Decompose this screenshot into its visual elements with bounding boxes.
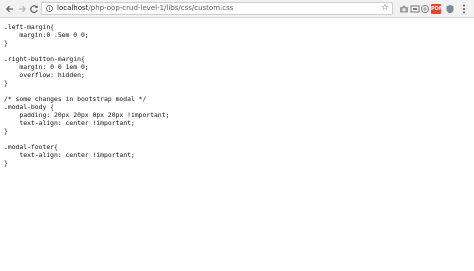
code-line: } (4, 79, 8, 87)
forward-arrow-icon[interactable] (16, 3, 28, 15)
address-bar[interactable]: localhost/php-oop-crud-level-1/libs/css/… (41, 2, 393, 15)
camera-icon[interactable] (399, 4, 409, 14)
url-host: localhost (57, 4, 89, 12)
url-text[interactable]: localhost/php-oop-crud-level-1/libs/css/… (57, 3, 233, 14)
code-line: /* some changes in bootstrap modal */ (4, 95, 147, 103)
kebab-menu-icon[interactable] (462, 3, 466, 15)
code-line: .modal-body { (4, 103, 55, 111)
code-line: } (4, 127, 8, 135)
code-line: } (4, 39, 8, 47)
shield-extension-icon[interactable] (445, 4, 455, 14)
url-path: /php-oop-crud-level-1/libs/css/custom.cs… (88, 4, 234, 12)
code-line: margin:0 .5em 0 0; (4, 31, 89, 39)
page-info-icon[interactable] (46, 5, 53, 12)
star-icon[interactable]: ☆ (381, 3, 389, 14)
pdf-extension-icon[interactable]: PDF (431, 4, 442, 14)
css-file-content: .left-margin{ margin:0 .5em 0 0; } .righ… (4, 23, 470, 167)
code-line: margin: 0 0 1em 0; (4, 63, 89, 71)
code-line: .right-button-margin{ (4, 55, 85, 63)
code-line: padding: 20px 20px 0px 20px !important; (4, 111, 170, 119)
code-line: overflow: hidden; (4, 71, 85, 79)
extension-icon[interactable] (420, 4, 430, 14)
code-line: .modal-footer{ (4, 143, 58, 151)
code-line: } (4, 159, 8, 167)
screen-capture-icon[interactable] (410, 4, 420, 14)
code-line: .left-margin{ (4, 23, 55, 31)
code-line: text-align: center !important; (4, 151, 135, 159)
back-arrow-icon[interactable] (4, 3, 16, 15)
reload-icon[interactable] (28, 3, 40, 15)
code-line: text-align: center !important; (4, 119, 135, 127)
browser-toolbar: localhost/php-oop-crud-level-1/libs/css/… (0, 0, 474, 18)
